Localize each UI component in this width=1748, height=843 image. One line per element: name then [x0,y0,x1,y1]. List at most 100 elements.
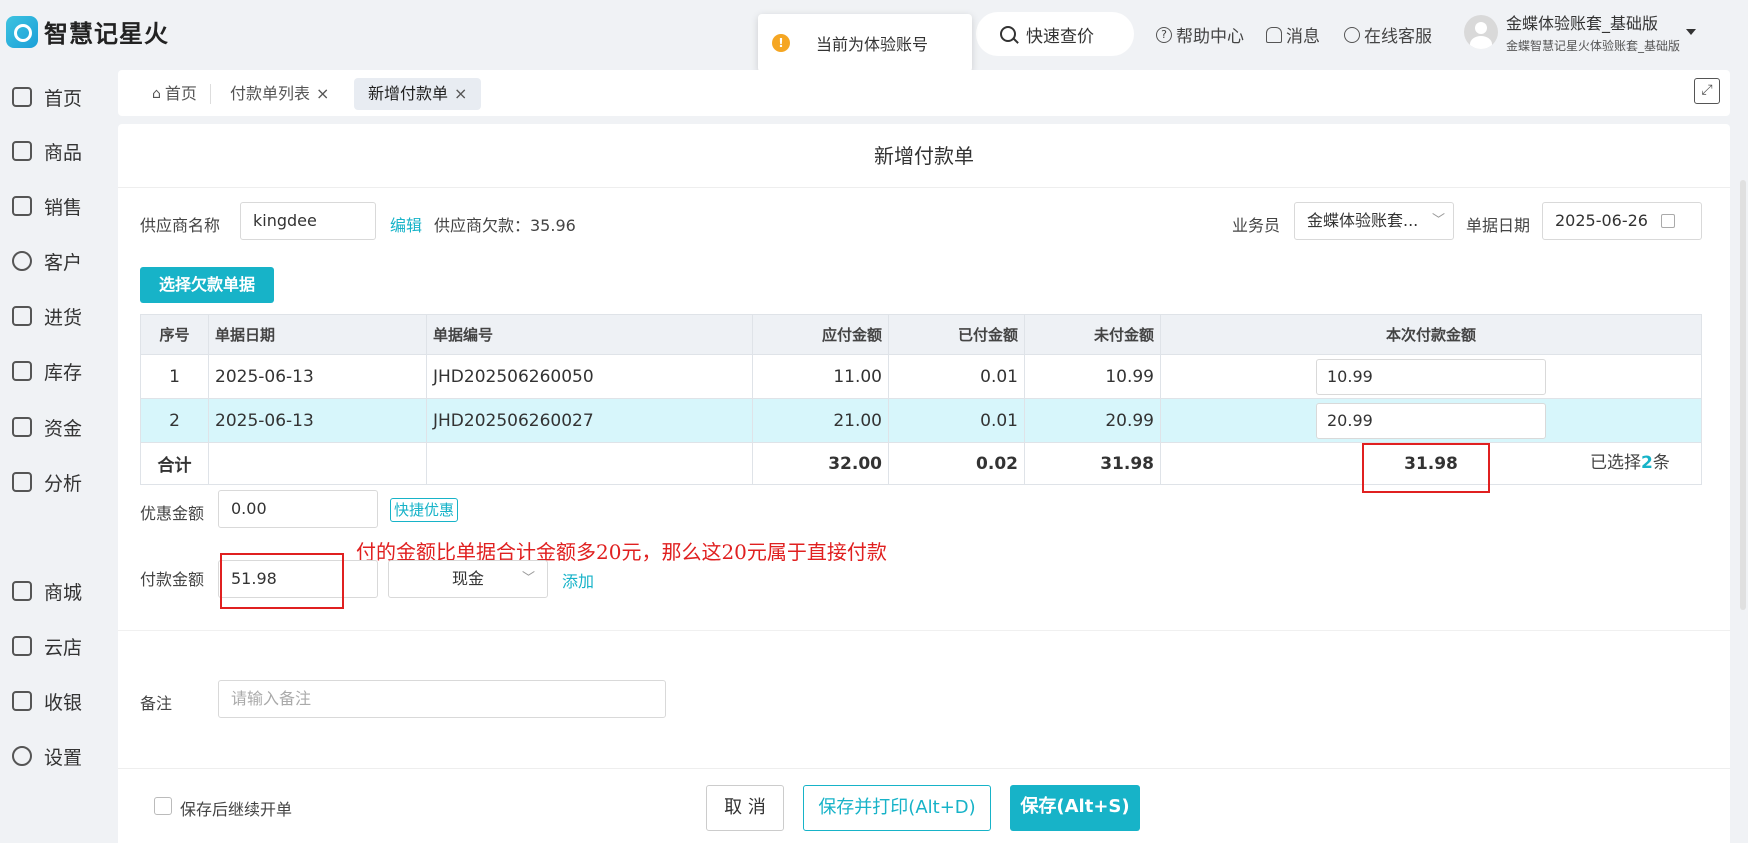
payment-method-select[interactable]: 现金 ﹀ [388,560,548,598]
sidebar-item-analysis[interactable]: 分析 [12,467,82,497]
row-bill-no: JHD202506260027 [426,398,753,443]
remark-label: 备注 [140,694,173,713]
current-payment-input[interactable]: 10.99 [1316,358,1546,395]
row-index: 2 [140,398,209,443]
sidebar-item-products[interactable]: 商品 [12,136,82,166]
discount-label: 优惠金额 [140,504,205,523]
trial-account-toast: ! 当前为体验账号 [758,14,972,72]
sidebar-item-cloud-store[interactable]: 云店 [12,631,82,661]
selected-count-text: 已选择2条 [1590,453,1670,473]
scrollbar[interactable] [1740,180,1746,610]
tab-divider [210,84,211,104]
remark-input[interactable]: 请输入备注 [218,680,666,718]
avatar [1464,15,1498,49]
selected-count: 2 [1641,453,1653,473]
payment-form-panel: 新增付款单 供应商名称 kingdee 编辑 供应商欠款：35.96 业务员 金… [118,124,1730,843]
col-header-current-payment: 本次付款金额 [1160,314,1702,355]
supplier-label: 供应商名称 [140,216,221,235]
salesman-select[interactable]: 金蝶体验账套... ﹀ [1294,202,1454,240]
edit-supplier-link[interactable]: 编辑 [390,212,422,236]
sidebar-item-cashier[interactable]: 收银 [12,686,82,716]
row-unpaid: 20.99 [1024,398,1161,443]
sidebar-item-home[interactable]: 首页 [12,82,82,112]
table-row[interactable]: 1 2025-06-13 JHD202506260050 11.00 0.01 … [140,354,1702,399]
user-menu[interactable]: 金蝶体验账套_基础版 金蝶智慧记星火体验账套_基础版 [1464,10,1697,54]
online-service-label: 在线客服 [1364,27,1432,47]
app-logo[interactable]: 智慧记星火 [6,14,169,49]
payment-amount-label: 付款金额 [140,570,205,589]
sidebar-item-purchase[interactable]: 进货 [12,301,82,331]
chevron-down-icon: ﹀ [1431,213,1445,228]
divider [118,630,1730,631]
col-header-index: 序号 [140,314,209,355]
row-paid: 0.01 [888,354,1025,399]
total-paid: 0.02 [888,442,1025,485]
search-icon [1000,26,1016,42]
col-header-bill-no: 单据编号 [426,314,753,355]
chart-icon [12,472,32,492]
chevron-down-icon: ﹀ [521,571,535,586]
store-icon [12,636,32,656]
sidebar: 首页 商品 销售 客户 进货 库存 资金 分析 商城 云店 收银 设置 [0,70,116,843]
sidebar-item-mall[interactable]: 商城 [12,576,82,606]
table-row[interactable]: 2 2025-06-13 JHD202506260027 21.00 0.01 … [140,398,1702,443]
save-button[interactable]: 保存(Alt+S) [1010,785,1140,831]
tab-new-payment[interactable]: 新增付款单 × [354,78,482,110]
warning-icon: ! [772,34,790,52]
user-icon [12,251,32,271]
tab-payment-list[interactable]: 付款单列表 × [216,78,343,110]
supplier-input[interactable]: kingdee [240,202,376,240]
continue-after-save-checkbox[interactable] [154,797,172,815]
question-icon: ? [1156,26,1172,43]
total-payable: 32.00 [752,442,889,485]
calendar-icon [1661,214,1675,228]
caret-down-icon [1686,29,1697,35]
row-date: 2025-06-13 [208,398,427,443]
wallet-icon [12,417,32,437]
supplier-debt: 供应商欠款：35.96 [434,216,576,235]
sidebar-item-inventory[interactable]: 库存 [12,356,82,386]
row-paid: 0.01 [888,398,1025,443]
help-center-link[interactable]: ? 帮助中心 [1156,22,1244,47]
home-icon [12,87,32,107]
messages-link[interactable]: 消息 [1266,22,1320,47]
online-service-link[interactable]: 在线客服 [1344,22,1432,47]
gear-icon [12,746,32,766]
col-header-paid: 已付金额 [888,314,1025,355]
row-payable: 11.00 [752,354,889,399]
close-icon[interactable]: × [454,78,467,110]
sidebar-item-customers[interactable]: 客户 [12,246,82,276]
total-unpaid: 31.98 [1024,442,1161,485]
sidebar-item-sales[interactable]: 销售 [12,191,82,221]
close-icon[interactable]: × [316,78,329,110]
col-header-date: 单据日期 [208,314,427,355]
clipboard-icon [12,196,32,216]
user-name: 金蝶体验账套_基础版 [1506,14,1659,33]
discount-input[interactable]: 0.00 [218,490,378,528]
bag-icon [12,141,32,161]
tab-home[interactable]: ⌂ 首页 [138,78,211,110]
form-footer: 保存后继续开单 取 消 保存并打印(Alt+D) 保存(Alt+S) [118,768,1730,843]
save-and-print-button[interactable]: 保存并打印(Alt+D) [803,785,991,831]
warehouse-icon [12,361,32,381]
home-icon: ⌂ [152,86,161,102]
salesman-label: 业务员 [1232,216,1281,235]
add-payment-link[interactable]: 添加 [562,568,594,592]
sidebar-item-settings[interactable]: 设置 [12,741,82,771]
shop-bag-icon [12,581,32,601]
book-icon [12,306,32,326]
headset-icon [1344,26,1360,43]
cancel-button[interactable]: 取 消 [706,785,784,831]
row-bill-no: JHD202506260050 [426,354,753,399]
select-debt-bills-button[interactable]: 选择欠款单据 [140,267,274,303]
user-account: 金蝶智慧记星火体验账套_基础版 [1506,39,1681,53]
messages-label: 消息 [1286,27,1320,47]
quick-price-search-button[interactable]: 快速查价 [976,12,1134,56]
date-picker[interactable]: 2025-06-26 [1542,202,1702,240]
quick-discount-button[interactable]: 快捷优惠 [390,498,459,522]
sidebar-item-funds[interactable]: 资金 [12,412,82,442]
continue-after-save-label: 保存后继续开单 [180,800,293,819]
fullscreen-icon[interactable]: ⤢ [1694,78,1720,104]
row-index: 1 [140,354,209,399]
current-payment-input[interactable]: 20.99 [1316,402,1546,439]
